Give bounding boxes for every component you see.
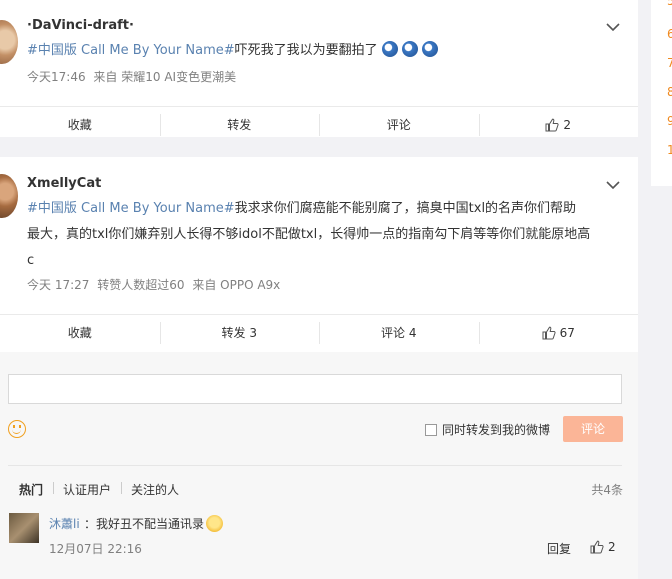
rank-number: 1 — [667, 143, 672, 157]
divider — [8, 465, 622, 466]
action-bar: 收藏 转发 3 评论 4 67 — [0, 314, 638, 350]
avatar[interactable] — [0, 174, 18, 218]
comment-username[interactable]: 沐蕭li — [49, 515, 80, 532]
thumb-up-icon — [542, 326, 556, 339]
post-card-1: ·DaVinci-draft· #中国版 Call Me By Your Nam… — [0, 0, 638, 137]
rank-number: 5 — [667, 0, 672, 8]
rank-number: 8 — [667, 85, 672, 99]
comment-text: ：我好丑不配当通讯录 — [84, 515, 224, 532]
post-time[interactable]: 今天 17:27 — [27, 278, 89, 292]
favorite-label: 收藏 — [67, 117, 92, 132]
repost-label: 转发 — [227, 117, 252, 132]
repost-checkbox-label[interactable]: 同时转发到我的微博 — [442, 421, 550, 438]
post-text: #中国版 Call Me By Your Name#吓死我了我以为要翻拍了 — [27, 38, 438, 64]
post-source: 来自 荣耀10 AI变色更潮美 — [93, 70, 237, 84]
post-body: 我求求你们腐癌能不能别腐了，搞臭中国txl的名声你们帮助 — [234, 201, 577, 216]
comment-total: 共4条 — [591, 483, 623, 497]
comment-input[interactable] — [8, 374, 622, 404]
submit-comment-button[interactable]: 评论 — [563, 416, 623, 442]
comment-label: 评论 4 — [381, 325, 417, 340]
post-body: 吓死我了我以为要翻拍了 — [234, 43, 378, 58]
comment-like-button[interactable]: 2 — [590, 540, 616, 554]
favorite-button[interactable]: 收藏 — [0, 322, 160, 344]
comment-filters: 热门 认证用户 关注的人 — [19, 481, 189, 498]
post-source: 来自 OPPO A9x — [192, 278, 281, 292]
repost-button[interactable]: 转发 — [159, 113, 320, 136]
chevron-down-icon[interactable] — [606, 180, 620, 190]
comment-body: ：我好丑不配当通讯录 — [84, 517, 205, 531]
post-line-2: 最大，真的txl你们嫌弃别人长得不够idol不配做txl，长得帅一点的指南勾下肩… — [27, 227, 591, 242]
comment-button[interactable]: 评论 — [319, 113, 479, 136]
topic-link[interactable]: #中国版 Call Me By Your Name# — [27, 43, 235, 58]
doge-emoji-icon — [421, 41, 438, 57]
repost-button[interactable]: 转发 3 — [159, 321, 320, 344]
repost-checkbox[interactable] — [425, 424, 437, 436]
post-meta: 今天17:46 来自 荣耀10 AI变色更潮美 — [27, 68, 240, 85]
comment-time: 12月07日 22:16 — [49, 542, 142, 556]
rank-number: 6 — [667, 27, 672, 41]
reply-button[interactable]: 回复 — [547, 540, 571, 557]
cry-emoji-icon — [206, 515, 224, 532]
comment-label: 评论 — [386, 117, 411, 132]
like-count: 2 — [608, 540, 616, 554]
rank-number: 7 — [667, 56, 672, 70]
repost-label: 转发 3 — [221, 325, 257, 340]
like-button[interactable]: 67 — [478, 321, 639, 344]
like-button[interactable]: 2 — [478, 113, 639, 136]
chevron-down-icon[interactable] — [606, 22, 620, 32]
post-username[interactable]: ·DaVinci-draft· — [27, 18, 134, 33]
avatar[interactable] — [9, 513, 39, 543]
doge-emoji-icon — [381, 41, 398, 57]
thumb-up-icon — [545, 118, 560, 131]
repost-info: 转赞人数超过60 — [97, 278, 185, 292]
filter-following[interactable]: 关注的人 — [121, 481, 189, 498]
filter-hot[interactable]: 热门 — [19, 481, 53, 498]
post-username[interactable]: XmellyCat — [27, 176, 101, 191]
post-text: #中国版 Call Me By Your Name#我求求你们腐癌能不能别腐了，… — [27, 196, 627, 274]
like-count: 2 — [563, 117, 572, 132]
like-count: 67 — [559, 325, 575, 340]
post-line-1: #中国版 Call Me By Your Name#我求求你们腐癌能不能别腐了，… — [27, 196, 627, 222]
comment-button[interactable]: 评论 4 — [319, 321, 479, 344]
right-sidebar-ranking: 5 6 7 8 9 1 — [651, 0, 672, 186]
post-line-3: c — [27, 253, 35, 268]
action-bar: 收藏 转发 评论 2 — [0, 106, 638, 142]
favorite-label: 收藏 — [67, 325, 92, 340]
emoji-picker-icon[interactable] — [8, 420, 26, 438]
post-meta: 今天 17:27 转赞人数超过60 来自 OPPO A9x — [27, 276, 284, 293]
topic-link[interactable]: #中国版 Call Me By Your Name# — [27, 201, 235, 216]
rank-number: 9 — [667, 114, 672, 128]
avatar[interactable] — [0, 20, 18, 64]
doge-emoji-icon — [401, 41, 418, 57]
favorite-button[interactable]: 收藏 — [0, 114, 160, 136]
post-time[interactable]: 今天17:46 — [27, 70, 86, 84]
filter-verified[interactable]: 认证用户 — [53, 481, 121, 498]
thumb-up-icon — [590, 540, 604, 554]
